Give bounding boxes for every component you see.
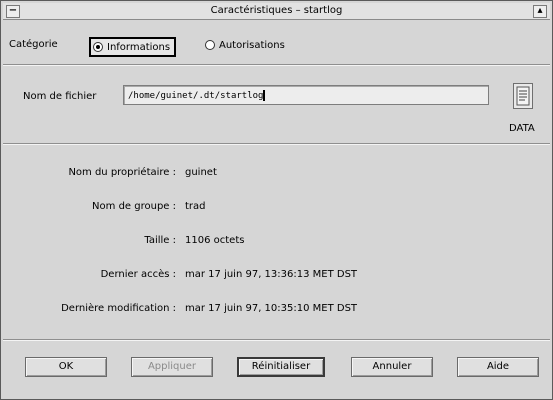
maximize-icon[interactable]: ▴ <box>533 5 547 18</box>
category-label: Catégorie <box>9 39 58 50</box>
owner-row: Nom du propriétaire : guinet <box>1 167 553 181</box>
radio-selected-icon <box>93 42 103 52</box>
window-menu-icon[interactable]: − <box>6 5 20 18</box>
size-row: Taille : 1106 octets <box>1 235 553 249</box>
data-file-icon[interactable] <box>513 83 533 109</box>
properties-dialog: − Caractéristiques – startlog ▴ Catégori… <box>0 0 553 400</box>
last-access-label: Dernier accès : <box>100 269 176 280</box>
radio-unselected-icon <box>205 40 215 50</box>
last-access-value: mar 17 juin 97, 13:36:13 MET DST <box>185 269 358 280</box>
owner-label: Nom du propriétaire : <box>68 167 176 178</box>
text-cursor <box>263 90 266 101</box>
radio-informations[interactable]: Informations <box>89 37 177 57</box>
radio-autorisations-label: Autorisations <box>219 39 285 51</box>
last-modified-value: mar 17 juin 97, 10:35:10 MET DST <box>185 303 358 314</box>
group-label: Nom de groupe : <box>92 201 176 212</box>
ok-button[interactable]: OK <box>25 357 107 377</box>
last-modified-row: Dernière modification : mar 17 juin 97, … <box>1 303 553 317</box>
title-bar[interactable]: − Caractéristiques – startlog ▴ <box>3 3 550 20</box>
size-value: 1106 octets <box>185 235 245 246</box>
help-button[interactable]: Aide <box>457 357 539 377</box>
data-icon-label: DATA <box>509 123 535 134</box>
group-value: trad <box>185 201 206 212</box>
filename-input[interactable]: /home/guinet/.dt/startlog <box>123 85 489 105</box>
cancel-button[interactable]: Annuler <box>351 357 433 377</box>
radio-autorisations[interactable]: Autorisations <box>205 37 285 53</box>
size-label: Taille : <box>144 235 176 246</box>
divider <box>3 339 550 341</box>
radio-informations-label: Informations <box>107 41 171 53</box>
last-access-row: Dernier accès : mar 17 juin 97, 13:36:13… <box>1 269 553 283</box>
apply-button[interactable]: Appliquer <box>131 357 213 377</box>
window-title: Caractéristiques – startlog <box>210 5 343 16</box>
filename-label: Nom de fichier <box>23 91 97 102</box>
filename-value: /home/guinet/.dt/startlog <box>128 91 264 101</box>
group-row: Nom de groupe : trad <box>1 201 553 215</box>
divider <box>3 64 550 66</box>
owner-value: guinet <box>185 167 217 178</box>
last-modified-label: Dernière modification : <box>61 303 176 314</box>
reset-button[interactable]: Réinitialiser <box>237 357 325 377</box>
divider <box>3 143 550 145</box>
